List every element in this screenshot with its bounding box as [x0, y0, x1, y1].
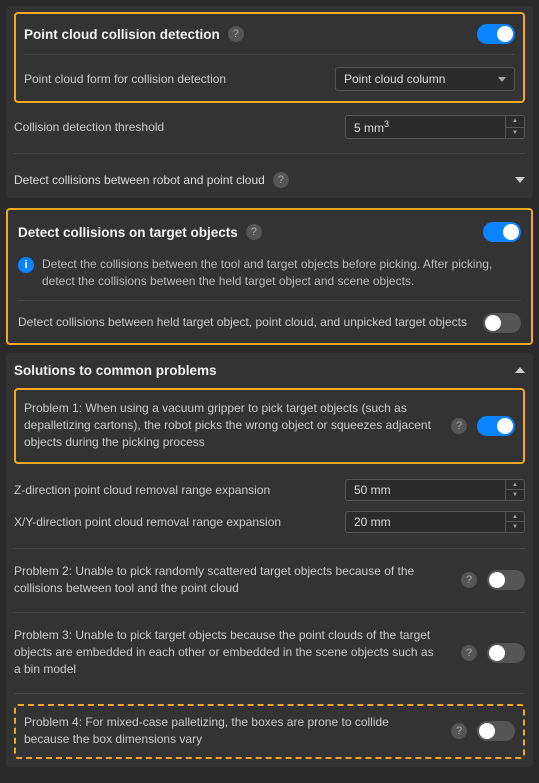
- spin-up-icon[interactable]: ▲: [506, 116, 524, 128]
- section1-toggle[interactable]: [477, 24, 515, 44]
- problem4-text: Problem 4: For mixed-case palletizing, t…: [24, 714, 433, 749]
- detect-collisions-target-panel: Detect collisions on target objects ? i …: [6, 208, 533, 345]
- xy-input[interactable]: 20 mm ▲▼: [345, 511, 525, 533]
- info-block: i Detect the collisions between the tool…: [18, 252, 521, 301]
- held-target-label: Detect collisions between held target ob…: [18, 314, 475, 331]
- section2-header: Detect collisions on target objects ?: [18, 218, 521, 248]
- divider: [14, 693, 525, 694]
- highlight-box-problem4: Problem 4: For mixed-case palletizing, t…: [14, 704, 525, 759]
- z-label: Z-direction point cloud removal range ex…: [14, 483, 345, 497]
- form-label: Point cloud form for collision detection: [24, 72, 335, 86]
- help-icon[interactable]: ?: [273, 172, 289, 188]
- highlight-box-section1: Point cloud collision detection ? Point …: [14, 12, 525, 103]
- section2-title: Detect collisions on target objects: [18, 225, 238, 240]
- threshold-label: Collision detection threshold: [14, 120, 345, 134]
- held-target-row: Detect collisions between held target ob…: [18, 311, 521, 335]
- section3-title: Solutions to common problems: [14, 363, 217, 378]
- expand-label: Detect collisions between robot and poin…: [14, 173, 265, 187]
- help-icon[interactable]: ?: [246, 224, 262, 240]
- problem1-text: Problem 1: When using a vacuum gripper t…: [24, 400, 433, 452]
- chevron-up-icon: [515, 367, 525, 373]
- z-input[interactable]: 50 mm ▲▼: [345, 479, 525, 501]
- solutions-panel: Solutions to common problems Problem 1: …: [6, 353, 533, 767]
- problem2-row: Problem 2: Unable to pick randomly scatt…: [14, 559, 525, 602]
- highlight-box-problem1: Problem 1: When using a vacuum gripper t…: [14, 388, 525, 464]
- help-icon[interactable]: ?: [228, 26, 244, 42]
- section2-toggle[interactable]: [483, 222, 521, 242]
- divider: [14, 548, 525, 549]
- xy-spinner[interactable]: ▲▼: [505, 511, 525, 533]
- help-icon[interactable]: ?: [451, 418, 467, 434]
- problem3-row: Problem 3: Unable to pick target objects…: [14, 623, 525, 683]
- help-icon[interactable]: ?: [461, 572, 477, 588]
- divider: [14, 612, 525, 613]
- xy-value: 20 mm: [345, 511, 505, 533]
- spin-up-icon[interactable]: ▲: [506, 512, 524, 523]
- xy-label: X/Y-direction point cloud removal range …: [14, 515, 345, 529]
- problem4-row: Problem 4: For mixed-case palletizing, t…: [24, 712, 515, 751]
- z-spinner[interactable]: ▲▼: [505, 479, 525, 501]
- divider: [14, 153, 525, 154]
- spin-down-icon[interactable]: ▼: [506, 522, 524, 532]
- section1-header: Point cloud collision detection ?: [24, 20, 515, 55]
- form-value: Point cloud column: [344, 72, 445, 86]
- spin-up-icon[interactable]: ▲: [506, 480, 524, 491]
- info-icon: i: [18, 257, 34, 273]
- threshold-input[interactable]: 5 mm3 ▲▼: [345, 115, 525, 139]
- threshold-spinner[interactable]: ▲▼: [505, 115, 525, 139]
- section1-title: Point cloud collision detection: [24, 27, 220, 42]
- problem3-text: Problem 3: Unable to pick target objects…: [14, 627, 443, 679]
- detect-robot-expand[interactable]: Detect collisions between robot and poin…: [14, 164, 525, 190]
- problem4-toggle[interactable]: [477, 721, 515, 741]
- help-icon[interactable]: ?: [461, 645, 477, 661]
- z-row: Z-direction point cloud removal range ex…: [14, 474, 525, 506]
- form-select[interactable]: Point cloud column: [335, 67, 515, 91]
- problem1-row: Problem 1: When using a vacuum gripper t…: [24, 396, 515, 456]
- spin-down-icon[interactable]: ▼: [506, 490, 524, 500]
- chevron-down-icon: [498, 77, 506, 82]
- threshold-row: Collision detection threshold 5 mm3 ▲▼: [14, 111, 525, 143]
- point-cloud-collision-panel: Point cloud collision detection ? Point …: [6, 6, 533, 198]
- spin-down-icon[interactable]: ▼: [506, 128, 524, 139]
- problem2-toggle[interactable]: [487, 570, 525, 590]
- help-icon[interactable]: ?: [451, 723, 467, 739]
- solutions-header[interactable]: Solutions to common problems: [14, 359, 525, 388]
- z-value: 50 mm: [345, 479, 505, 501]
- problem3-toggle[interactable]: [487, 643, 525, 663]
- held-target-toggle[interactable]: [483, 313, 521, 333]
- info-text: Detect the collisions between the tool a…: [42, 256, 521, 290]
- chevron-down-icon: [515, 177, 525, 183]
- xy-row: X/Y-direction point cloud removal range …: [14, 506, 525, 538]
- problem2-text: Problem 2: Unable to pick randomly scatt…: [14, 563, 443, 598]
- problem1-settings: Z-direction point cloud removal range ex…: [14, 470, 525, 538]
- problem1-toggle[interactable]: [477, 416, 515, 436]
- threshold-value: 5 mm3: [345, 115, 505, 139]
- form-row: Point cloud form for collision detection…: [24, 63, 515, 95]
